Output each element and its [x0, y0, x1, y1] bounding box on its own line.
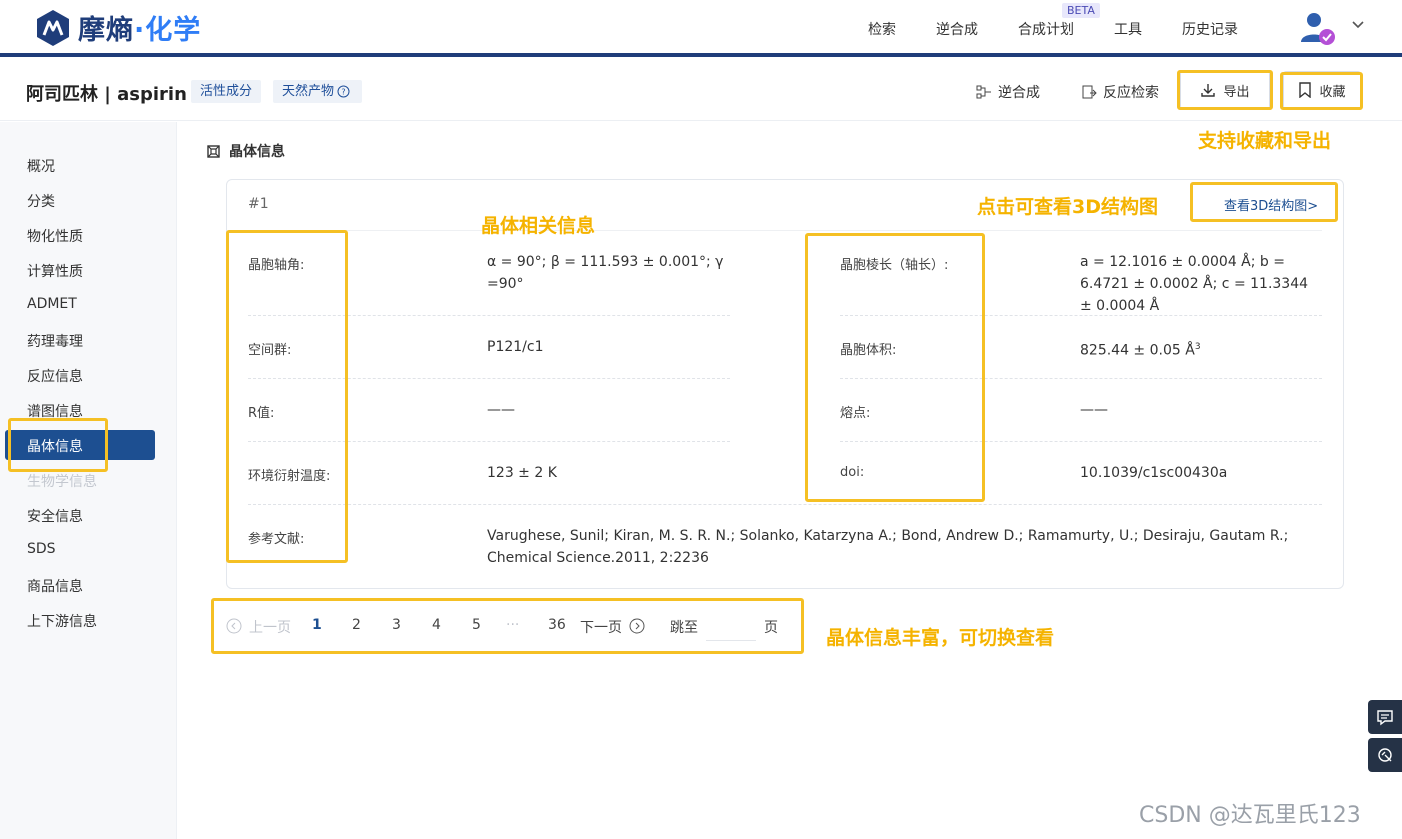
- reaction-search-icon: [1082, 85, 1097, 99]
- sidebar-item-pharmacology[interactable]: 药理毒理: [27, 331, 83, 351]
- highlight-sidebar-crystal: [8, 418, 108, 472]
- cell-length-value: a = 12.1016 ± 0.0004 Å; b = 6.4721 ± 0.0…: [1080, 254, 1309, 314]
- sidebar-item-biology[interactable]: 生物学信息: [27, 471, 97, 491]
- tag-active-ingredient[interactable]: 活性成分: [191, 80, 262, 103]
- message-icon: [1377, 710, 1393, 726]
- highlight-view-3d: [1190, 182, 1338, 222]
- sidebar-item-products[interactable]: 商品信息: [27, 576, 83, 596]
- reaction-search-label: 反应检索: [1103, 85, 1159, 101]
- annotation-switch: 晶体信息丰富，可切换查看: [826, 627, 1055, 649]
- highlight-left-labels: [226, 230, 348, 563]
- sidebar-item-reaction[interactable]: 反应信息: [27, 366, 83, 386]
- brand-name: 摩熵·化学: [78, 15, 202, 46]
- row-divider: [248, 504, 1322, 505]
- beta-badge: BETA: [1062, 3, 1100, 18]
- logo-icon: [37, 9, 69, 46]
- crystal-record-index: #1: [248, 196, 269, 212]
- sidebar-item-physchem[interactable]: 物化性质: [27, 226, 83, 246]
- svg-text:?: ?: [341, 88, 345, 97]
- user-avatar-icon[interactable]: [1298, 10, 1336, 46]
- sidebar-item-computed[interactable]: 计算性质: [27, 261, 83, 281]
- annotation-crystal-info: 晶体相关信息: [481, 215, 596, 237]
- section-title-text: 晶体信息: [229, 144, 285, 160]
- highlight-right-labels: [805, 233, 985, 502]
- cell-volume-value: 825.44 ± 0.05 Å3: [1080, 342, 1201, 359]
- help-icon[interactable]: ?: [337, 85, 350, 98]
- brand-logo[interactable]: 摩熵·化学: [34, 8, 201, 47]
- nav-synthesis-plan[interactable]: 合成计划: [1018, 19, 1074, 39]
- sidebar-item-overview[interactable]: 概况: [27, 156, 55, 176]
- compound-title: 阿司匹林 | aspirin: [26, 84, 187, 105]
- retrosynthesis-icon: [976, 85, 991, 99]
- temperature-value: 123 ± 2 K: [487, 465, 557, 481]
- tool-icon: [1378, 748, 1392, 762]
- doi-value: 10.1039/c1sc00430a: [1080, 465, 1228, 481]
- r-value-value: ——: [487, 402, 515, 418]
- watermark: CSDN @达瓦里氏123: [1139, 803, 1361, 828]
- tool-button[interactable]: [1368, 738, 1402, 772]
- highlight-favorite: [1280, 72, 1363, 110]
- melting-point-value: ——: [1080, 402, 1108, 418]
- annotation-view-3d: 点击可查看3D结构图: [977, 196, 1158, 218]
- crystal-icon: [207, 144, 220, 158]
- retrosynthesis-label: 逆合成: [998, 85, 1040, 101]
- chevron-down-icon[interactable]: [1350, 16, 1366, 32]
- cell-angle-value: α = 90°; β = 111.593 ± 0.001°; γ =90°: [487, 254, 724, 292]
- retrosynthesis-action[interactable]: 逆合成: [976, 82, 1040, 102]
- sidebar-item-sds[interactable]: SDS: [27, 541, 56, 557]
- sidebar-item-classification[interactable]: 分类: [27, 191, 55, 211]
- annotation-favorite-export: 支持收藏和导出: [1198, 130, 1332, 152]
- card-divider: [248, 230, 1322, 231]
- reaction-search-action[interactable]: 反应检索: [1081, 82, 1159, 102]
- sidebar-item-upstream-downstream[interactable]: 上下游信息: [27, 611, 97, 631]
- highlight-pagination: [211, 598, 804, 654]
- nav-history[interactable]: 历史记录: [1182, 19, 1238, 39]
- space-group-value: P121/c1: [487, 339, 544, 355]
- reference-value: Varughese, Sunil; Kiran, M. S. R. N.; So…: [487, 528, 1289, 566]
- top-navbar: 摩熵·化学 检索 逆合成 合成计划 BETA 工具 历史记录: [0, 0, 1402, 57]
- feedback-button[interactable]: [1368, 700, 1402, 734]
- sidebar-item-admet[interactable]: ADMET: [27, 296, 77, 312]
- sidebar-item-safety[interactable]: 安全信息: [27, 506, 83, 526]
- highlight-export: [1177, 70, 1273, 110]
- nav-tools[interactable]: 工具: [1114, 19, 1142, 39]
- nav-retrosynthesis[interactable]: 逆合成: [936, 19, 978, 39]
- nav-search[interactable]: 检索: [868, 19, 896, 39]
- section-title: 晶体信息: [206, 141, 285, 161]
